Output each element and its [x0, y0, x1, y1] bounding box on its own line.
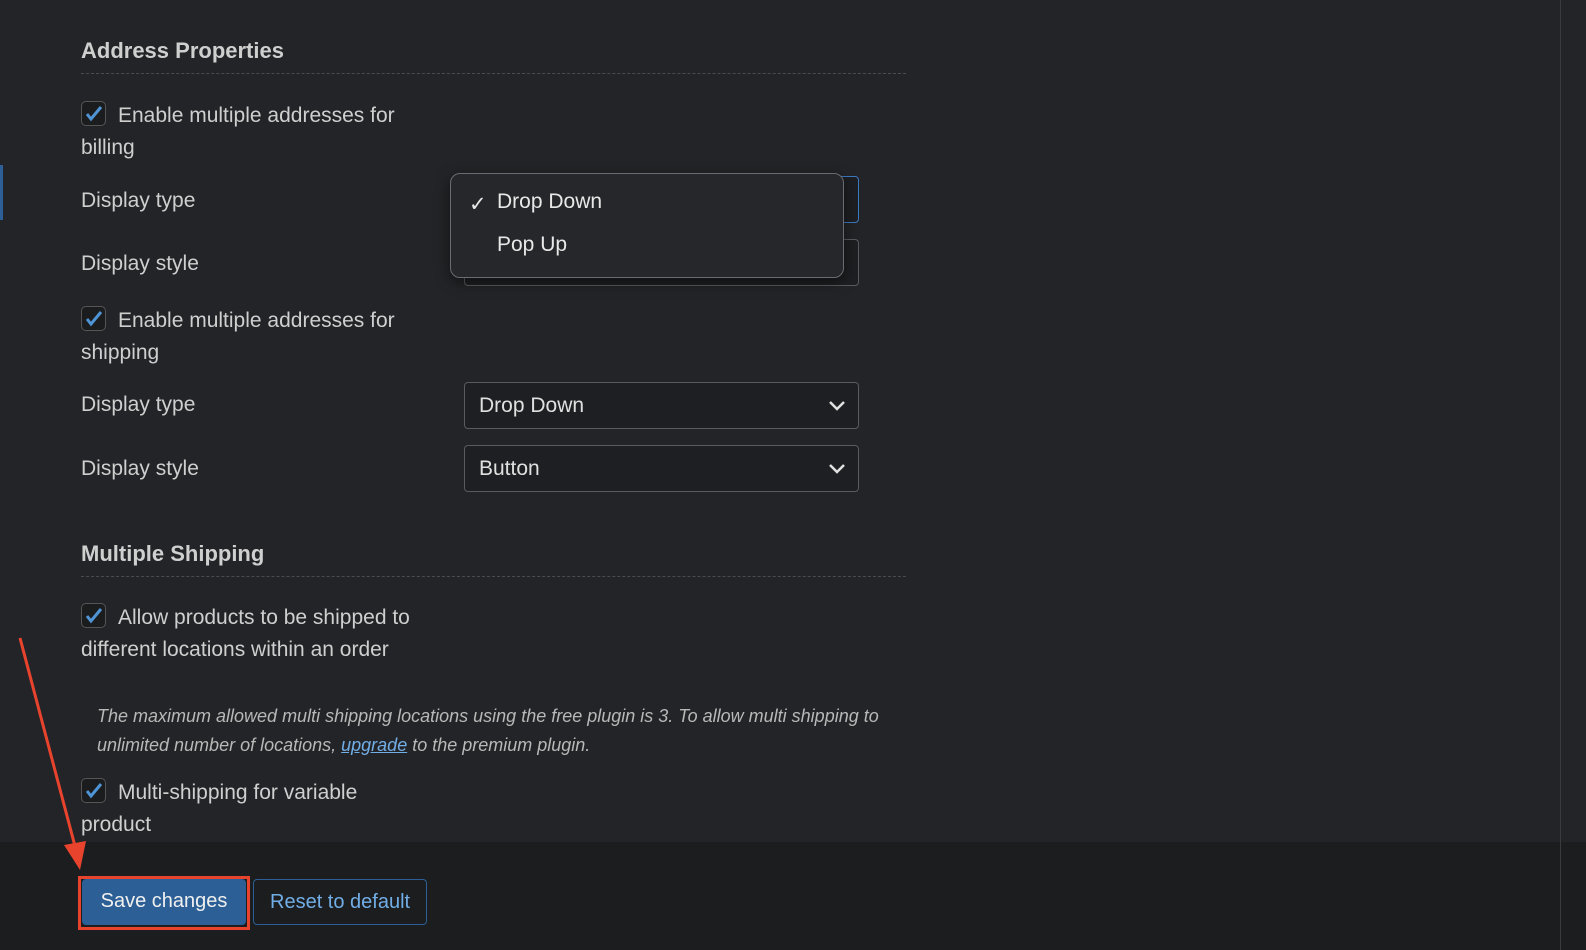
allow-multi-shipping-label: Allow products to be shipped to differen…	[81, 606, 410, 661]
select-value: Button	[479, 457, 540, 480]
allow-multi-shipping-row[interactable]: Allow products to be shipped to differen…	[81, 602, 431, 666]
chevron-down-icon	[829, 464, 845, 474]
divider	[81, 576, 906, 577]
variable-product-label: Multi-shipping for variable product	[81, 781, 358, 836]
shipping-display-type-select[interactable]: Drop Down	[464, 382, 859, 429]
shipping-display-style-select[interactable]: Button	[464, 445, 859, 492]
check-icon	[85, 608, 103, 624]
check-icon	[85, 106, 103, 122]
save-changes-button[interactable]: Save changes	[82, 879, 246, 925]
select-value: Drop Down	[479, 394, 585, 417]
shipping-label: Enable multiple addresses for shipping	[81, 309, 395, 364]
display-type-label: Display type	[81, 189, 196, 212]
divider	[81, 73, 906, 74]
upgrade-link[interactable]: upgrade	[341, 735, 407, 755]
chevron-down-icon	[829, 401, 845, 411]
sidebar-edge	[0, 165, 3, 220]
shipping-checkbox[interactable]	[81, 306, 106, 331]
shipping-checkbox-row[interactable]: Enable multiple addresses for shipping	[81, 305, 441, 369]
display-style-label: Display style	[81, 252, 199, 275]
annotation-arrow-icon	[18, 637, 86, 870]
upgrade-description: The maximum allowed multi shipping locat…	[97, 702, 897, 760]
section-heading-multiple-shipping: Multiple Shipping	[81, 541, 265, 566]
check-icon	[85, 311, 103, 327]
scrollbar-edge	[1560, 0, 1561, 950]
reset-to-default-button[interactable]: Reset to default	[253, 879, 428, 925]
variable-product-row[interactable]: Multi-shipping for variable product	[81, 777, 411, 841]
display-type-dropdown-menu: ✓ Drop Down Pop Up	[450, 173, 844, 278]
display-type-label: Display type	[81, 393, 196, 416]
billing-label: Enable multiple addresses for billing	[81, 104, 395, 159]
billing-checkbox[interactable]	[81, 101, 106, 126]
checkmark-icon: ✓	[469, 193, 487, 216]
allow-multi-shipping-checkbox[interactable]	[81, 603, 106, 628]
display-style-label: Display style	[81, 457, 199, 480]
option-pop-up[interactable]: Pop Up	[497, 233, 567, 257]
section-heading-address: Address Properties	[81, 38, 284, 63]
description-text: to the premium plugin.	[407, 735, 591, 755]
option-drop-down[interactable]: Drop Down	[497, 190, 602, 214]
billing-checkbox-row[interactable]: Enable multiple addresses for billing	[81, 100, 441, 164]
